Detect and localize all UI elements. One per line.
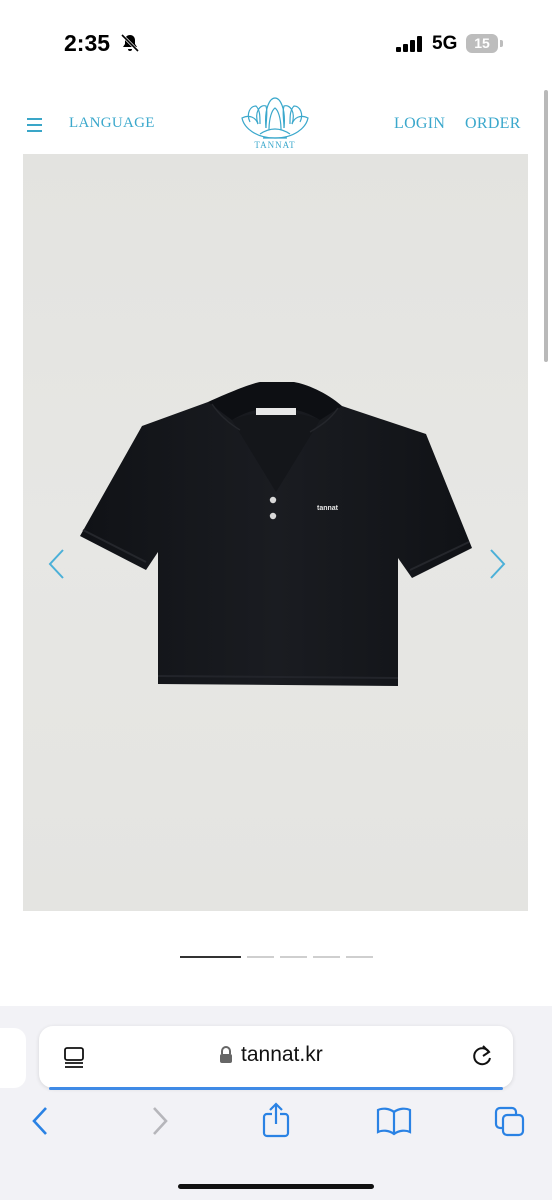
- back-icon[interactable]: [30, 1104, 50, 1138]
- chevron-right-icon[interactable]: [487, 548, 507, 580]
- bell-slash-icon: [120, 33, 140, 53]
- product-image-carousel[interactable]: tannat: [23, 154, 528, 911]
- login-link[interactable]: LOGIN: [394, 115, 445, 133]
- pagination-dot[interactable]: [180, 956, 241, 958]
- browser-toolbar: tannat.kr: [0, 1006, 552, 1200]
- page-load-progress: [49, 1087, 503, 1090]
- page-scrollbar[interactable]: [544, 90, 548, 362]
- language-link[interactable]: LANGUAGE: [69, 115, 155, 132]
- order-link[interactable]: ORDER: [465, 115, 521, 133]
- bookmarks-icon[interactable]: [376, 1106, 412, 1136]
- home-indicator[interactable]: [178, 1184, 374, 1189]
- shirt-logo-text: tannat: [317, 505, 339, 512]
- status-bar: 2:35 5G 15: [0, 0, 552, 88]
- previous-tab-preview[interactable]: [0, 1028, 26, 1088]
- network-type: 5G: [432, 33, 458, 54]
- brand-logo[interactable]: TANNAT: [236, 94, 314, 154]
- forward-icon[interactable]: [150, 1104, 170, 1138]
- pagination-dot[interactable]: [313, 956, 340, 958]
- carousel-pagination: [0, 956, 552, 960]
- lock-icon: [220, 1046, 232, 1063]
- shell-logo-icon: [241, 97, 309, 139]
- url-text[interactable]: tannat.kr: [241, 1043, 323, 1067]
- address-bar[interactable]: tannat.kr: [39, 1026, 513, 1090]
- battery-tip: [500, 40, 503, 47]
- product-polo-shirt-image: tannat: [80, 382, 472, 686]
- menu-icon[interactable]: [27, 118, 42, 136]
- pagination-dot[interactable]: [247, 956, 274, 958]
- tabs-icon[interactable]: [63, 1046, 85, 1068]
- logo-text: TANNAT: [254, 140, 296, 150]
- battery-icon: 15: [466, 34, 498, 53]
- reload-icon[interactable]: [469, 1043, 495, 1069]
- pagination-dot[interactable]: [280, 956, 307, 958]
- site-header: LANGUAGE TANNAT LOGIN ORDER: [0, 88, 552, 154]
- pagination-dot[interactable]: [346, 956, 373, 958]
- tabs-overview-icon[interactable]: [494, 1106, 526, 1138]
- chevron-left-icon[interactable]: [47, 548, 67, 580]
- signal-icon: [396, 36, 422, 52]
- share-icon[interactable]: [261, 1102, 291, 1138]
- clock: 2:35: [64, 30, 111, 56]
